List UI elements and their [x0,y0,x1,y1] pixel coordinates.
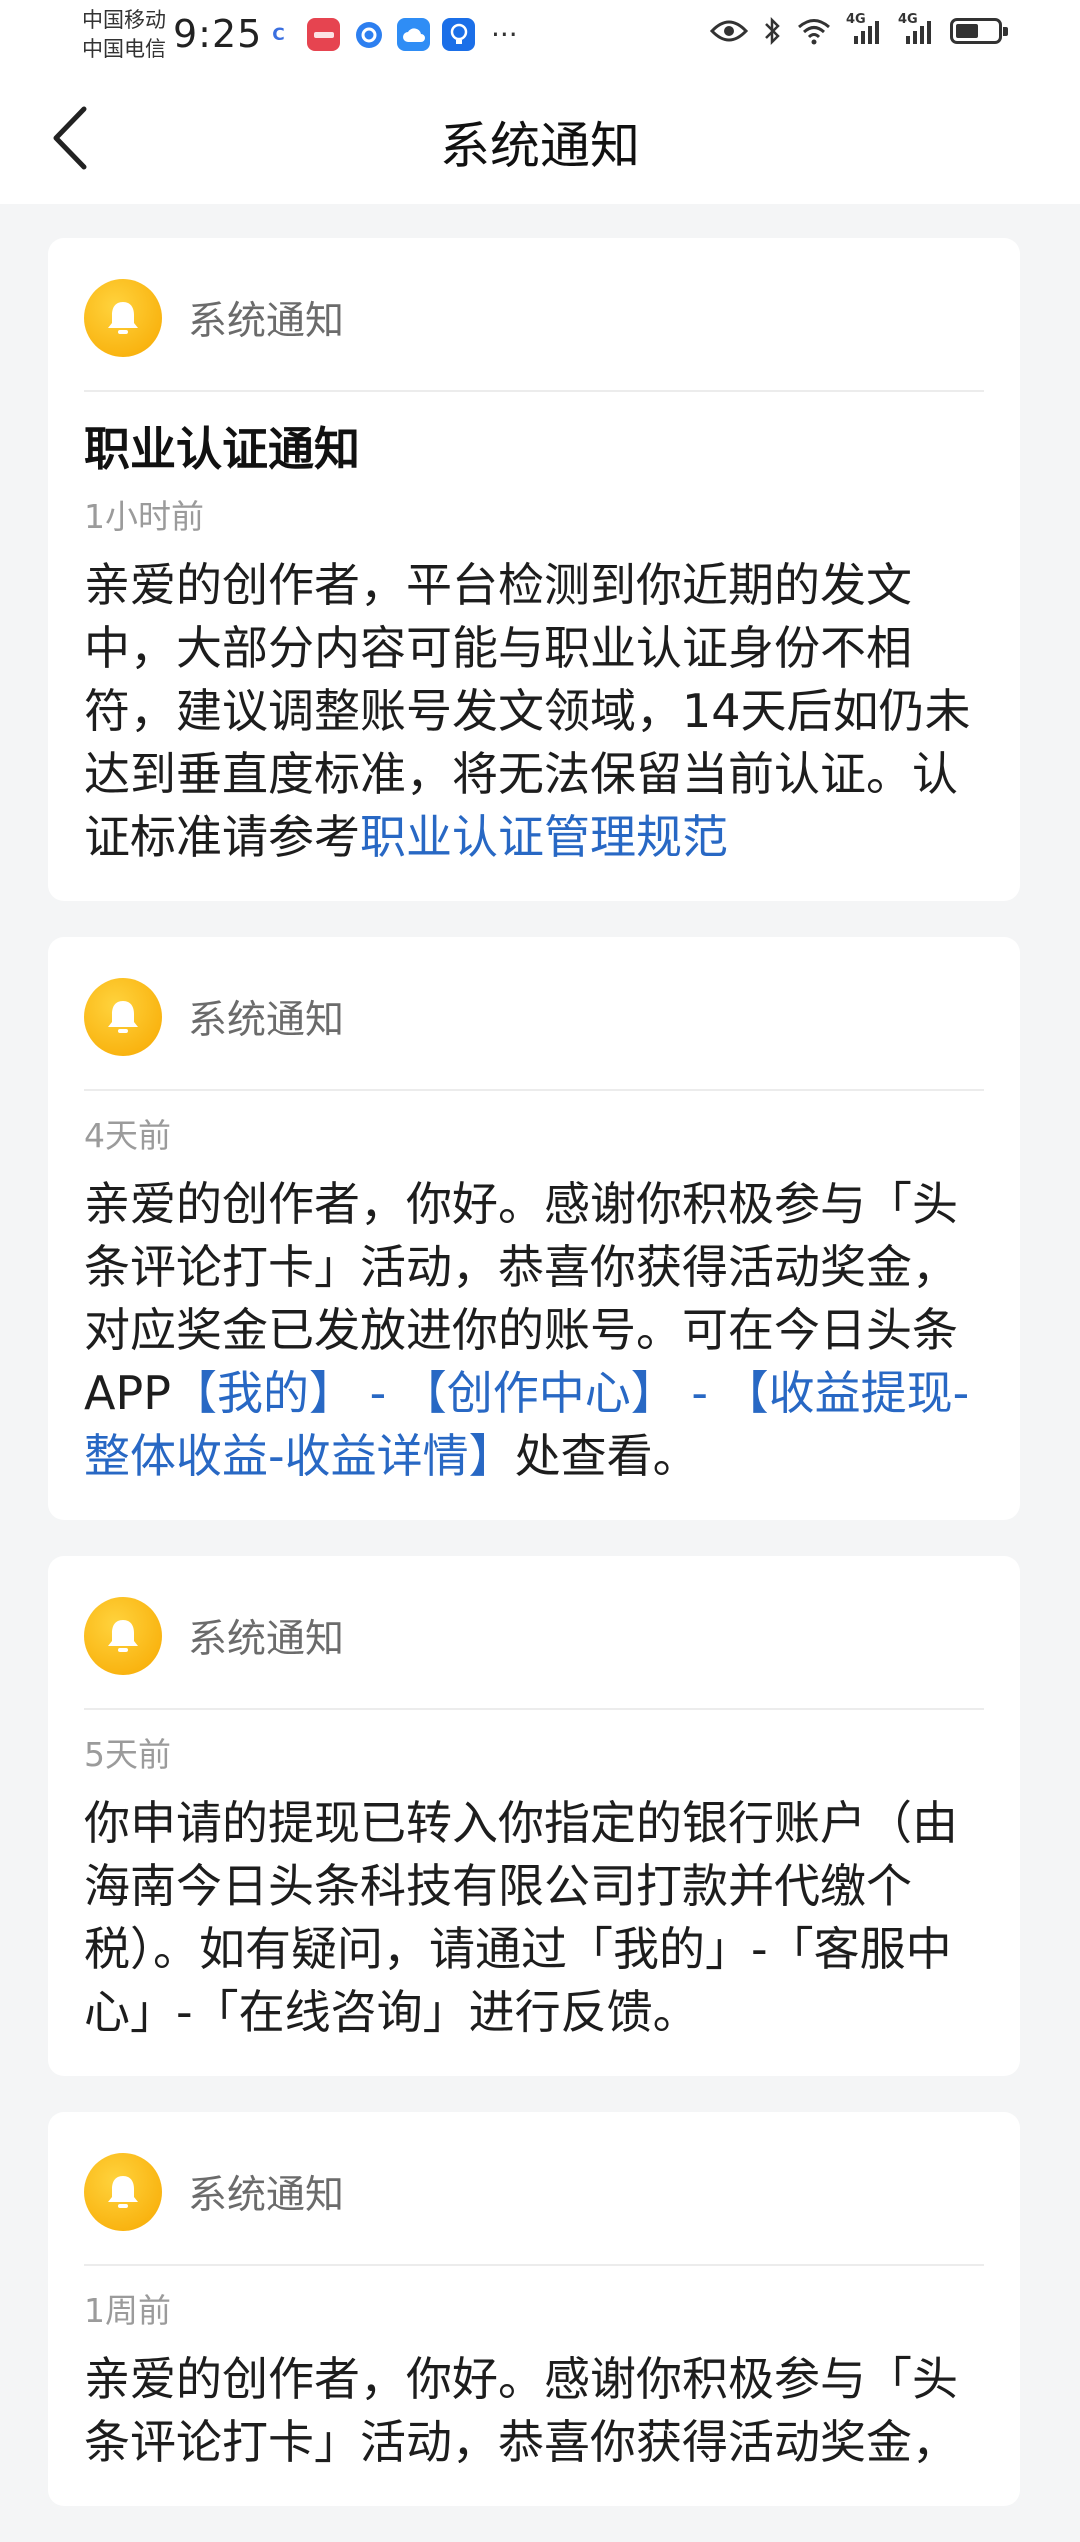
notification-source: 系统通知 [188,299,345,344]
carrier-1: 中国移动 [82,8,166,32]
notification-time: 1小时前 [84,497,204,536]
carrier-2: 中国电信 [82,37,166,61]
notification-card[interactable]: 系统通知 5天前 你申请的提现已转入你指定的银行账户（由海南今日头条科技有限公司… [48,1556,1020,2076]
divider [84,2264,984,2266]
eye-icon [710,20,748,42]
nav-header: 系统通知 [0,70,1080,204]
notification-list[interactable]: 系统通知 职业认证通知 1小时前 亲爱的创作者，平台检测到你近期的发文中，大部分… [48,238,1020,2542]
more-notifications-icon: ··· [491,17,518,51]
c-app-icon: C [262,18,295,51]
notification-source: 系统通知 [188,2173,345,2218]
divider [84,1708,984,1710]
bell-avatar [84,978,162,1056]
signal-1-icon: 4G [846,12,884,46]
notification-time: 4天前 [84,1116,171,1155]
notification-body: 亲爱的创作者，平台检测到你近期的发文中，大部分内容可能与职业认证身份不相符，建议… [84,554,984,869]
notification-time: 5天前 [84,1735,171,1774]
bell-avatar [84,1597,162,1675]
wifi-icon [798,19,830,45]
card-header: 系统通知 [84,1596,984,1676]
bell-avatar [84,279,162,357]
cloud-app-icon [397,18,430,51]
battery-level [956,24,978,38]
carrier-info: 中国移动 中国电信 [82,6,166,64]
card-header: 系统通知 [84,278,984,358]
bell-avatar [84,2153,162,2231]
signal-2-icon: 4G [898,12,936,46]
bell-icon [108,1620,138,1652]
certification-rules-link[interactable]: 职业认证管理规范 [360,810,728,864]
status-indicators: 4G 4G [710,12,1008,46]
notification-body: 亲爱的创作者，你好。感谢你积极参与「头条评论打卡」活动，恭喜你获得活动奖金， [84,2352,958,2469]
page-title: 系统通知 [440,117,640,175]
huawei-app-icon [307,18,340,51]
status-bar: 中国移动 中国电信 9:25 C ··· 4G 4G [0,0,1080,70]
battery-icon [950,18,1008,44]
bell-icon [108,302,138,334]
status-time: 9:25 [173,12,263,56]
bulb-app-icon [442,18,475,51]
notification-body: 你申请的提现已转入你指定的银行账户（由海南今日头条科技有限公司打款并代缴个税）。… [84,1796,958,2039]
divider [84,1089,984,1091]
bell-icon [108,2176,138,2208]
notification-body: 亲爱的创作者，你好。感谢你积极参与「头条评论打卡」活动，恭喜你获得活动奖金，对应… [84,1173,984,1488]
browser-app-icon [352,18,385,51]
notification-card[interactable]: 系统通知 职业认证通知 1小时前 亲爱的创作者，平台检测到你近期的发文中，大部分… [48,238,1020,901]
notification-body-suffix: 处查看。 [514,1429,699,1483]
notification-source: 系统通知 [188,998,345,1043]
notification-card[interactable]: 系统通知 4天前 亲爱的创作者，你好。感谢你积极参与「头条评论打卡」活动，恭喜你… [48,937,1020,1520]
card-header: 系统通知 [84,977,984,1057]
notification-source: 系统通知 [188,1617,345,1662]
divider [84,390,984,392]
notification-title: 职业认证通知 [84,422,360,476]
status-app-icons: C ··· [262,18,518,51]
card-header: 系统通知 [84,2152,984,2232]
battery-tip [1003,27,1008,36]
notification-time: 1周前 [84,2291,171,2330]
bluetooth-icon [765,16,780,46]
bell-icon [108,1001,138,1033]
notification-card[interactable]: 系统通知 1周前 亲爱的创作者，你好。感谢你积极参与「头条评论打卡」活动，恭喜你… [48,2112,1020,2506]
